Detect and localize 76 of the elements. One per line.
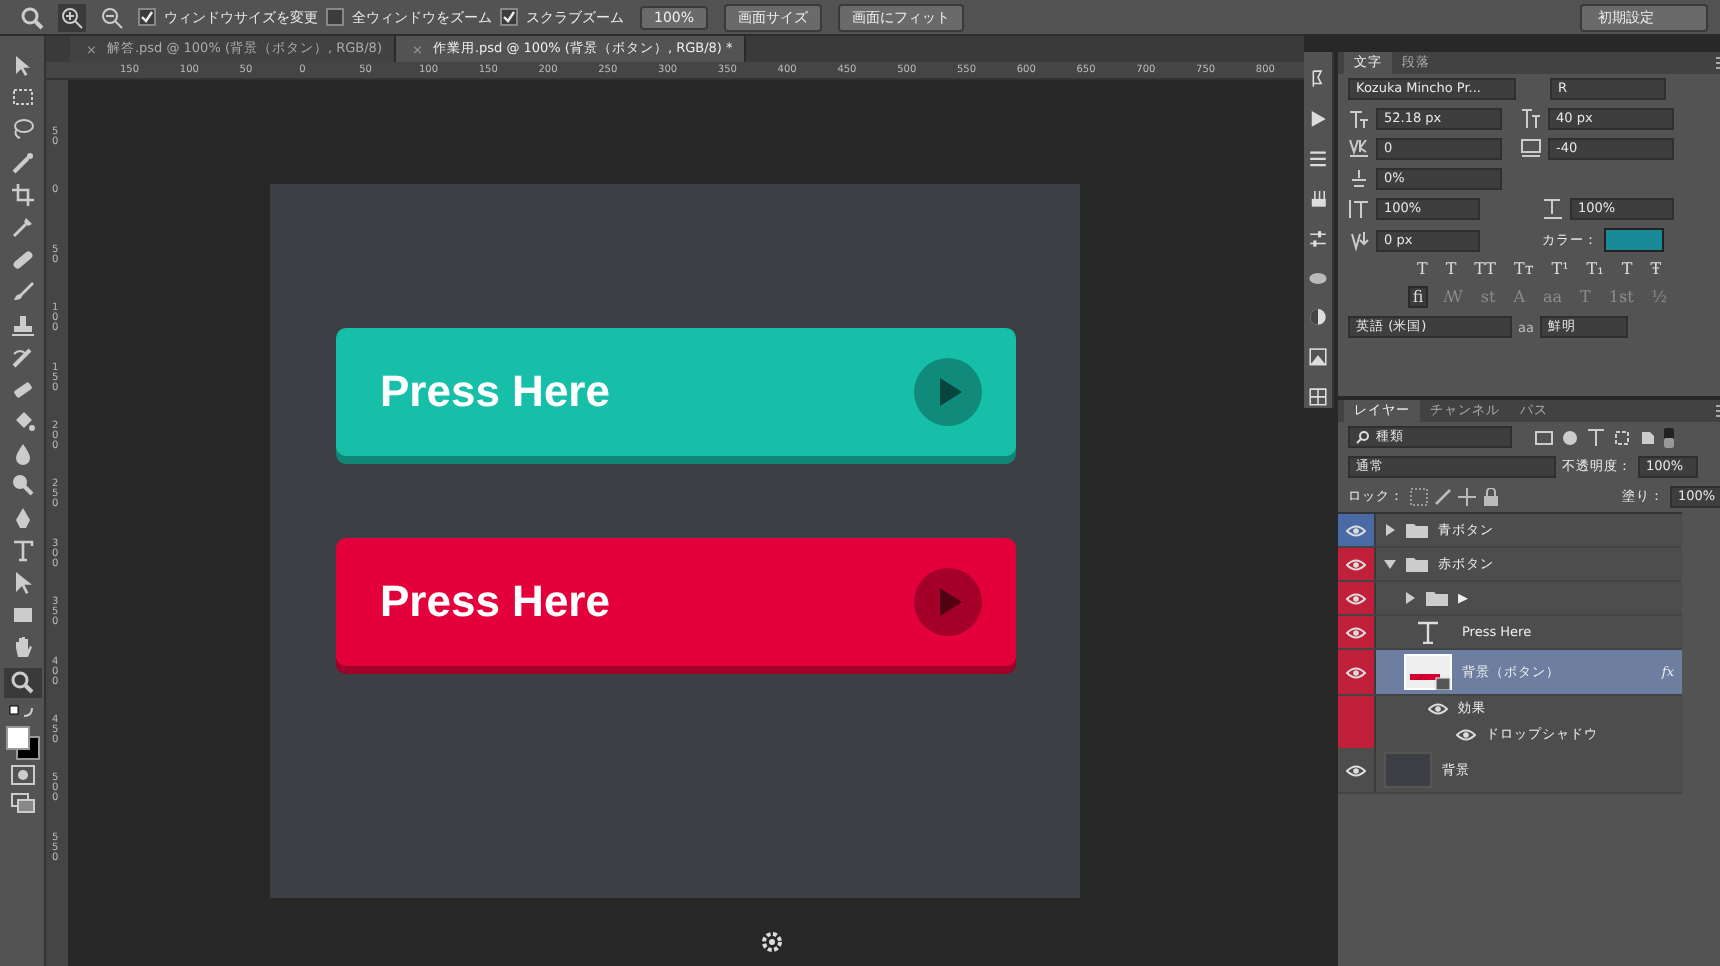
eyedropper-icon[interactable]	[9, 213, 35, 240]
type-style-button[interactable]: T	[1443, 260, 1459, 278]
eye-icon[interactable]	[1346, 523, 1366, 537]
lock-all-icon[interactable]	[1482, 488, 1500, 506]
zoom-out-icon[interactable]	[100, 5, 124, 29]
sliders-icon[interactable]	[1304, 227, 1332, 249]
play-icon[interactable]	[912, 356, 984, 428]
quick-selection-icon[interactable]	[9, 149, 35, 176]
button-label: Press Here	[380, 576, 610, 628]
brush-icon[interactable]	[9, 278, 35, 305]
leading-icon[interactable]	[1520, 108, 1542, 130]
lasso-tool-icon[interactable]	[9, 116, 35, 143]
type-style-button[interactable]: TT	[1472, 260, 1498, 278]
search-icon	[1356, 430, 1370, 444]
smart-object-filter-icon[interactable]	[1638, 427, 1658, 447]
swap-colors-icon[interactable]	[8, 703, 36, 720]
play-icon[interactable]	[912, 566, 984, 638]
type-style-button[interactable]: Tт	[1511, 260, 1536, 278]
type-tool-icon[interactable]	[9, 537, 35, 564]
screen-mode-icon[interactable]	[9, 792, 35, 815]
checkbox[interactable]	[326, 8, 344, 26]
type-filter-icon[interactable]	[1586, 427, 1606, 447]
lock-brush-icon[interactable]	[1434, 488, 1452, 506]
checkbox[interactable]	[138, 8, 156, 26]
eye-icon[interactable]	[1456, 728, 1476, 742]
horizontal-scale-icon[interactable]	[1542, 198, 1564, 220]
filter-toggle-icon[interactable]	[1664, 427, 1674, 447]
button-label: Press Here	[380, 366, 610, 418]
collapsed-triangle-icon[interactable]	[1404, 592, 1416, 604]
zoom-in-icon[interactable]	[58, 3, 86, 31]
folder-icon[interactable]	[1426, 590, 1448, 606]
lock-pixels-icon[interactable]	[1410, 488, 1428, 506]
vertical-scale-icon[interactable]	[1348, 198, 1370, 220]
image-filter-icon[interactable]	[1534, 427, 1554, 447]
kerning-icon[interactable]	[1348, 138, 1370, 160]
type-style-button[interactable]: T₁	[1584, 260, 1606, 278]
properties-icon[interactable]	[1304, 147, 1332, 170]
eye-icon[interactable]	[1428, 702, 1448, 716]
eye-icon[interactable]	[1346, 665, 1366, 679]
type-style-button[interactable]: T	[1619, 260, 1635, 278]
styles-icon[interactable]	[1304, 346, 1332, 369]
opentype-button[interactable]: ﬁ	[1408, 286, 1428, 308]
font-size-icon[interactable]	[1348, 108, 1370, 130]
dodge-icon[interactable]	[9, 472, 35, 499]
swatches-icon[interactable]	[1304, 386, 1332, 409]
zoom-tool-icon[interactable]	[3, 667, 41, 698]
zoom-icon[interactable]	[20, 5, 44, 29]
color-swatches[interactable]	[6, 725, 38, 758]
expanded-triangle-icon[interactable]	[1384, 558, 1396, 570]
marquee-tool-icon[interactable]	[9, 84, 35, 111]
folder-icon[interactable]	[1406, 556, 1428, 572]
circle-filter-icon[interactable]	[1560, 427, 1580, 447]
type-style-button[interactable]: T	[1414, 260, 1430, 278]
tsume-icon[interactable]	[1348, 168, 1370, 190]
type-style-button[interactable]: T¹	[1549, 260, 1571, 278]
collapsed-triangle-icon[interactable]	[1384, 524, 1396, 536]
type-style-button[interactable]: Ŧ	[1648, 260, 1664, 278]
text-color-swatch[interactable]	[1604, 228, 1664, 252]
eye-icon[interactable]	[1346, 625, 1366, 639]
eye-icon[interactable]	[1346, 591, 1366, 605]
history-brush-icon[interactable]	[9, 343, 35, 370]
checkbox[interactable]	[500, 8, 518, 26]
lock-position-icon[interactable]	[1458, 488, 1476, 506]
layer-thumbnail[interactable]	[1404, 654, 1452, 690]
crop-tool-icon[interactable]	[9, 181, 35, 208]
layer-thumbnail	[1384, 752, 1432, 788]
eye-icon[interactable]	[1346, 763, 1366, 777]
eye-icon[interactable]	[1346, 557, 1366, 571]
quick-mask-icon[interactable]	[9, 764, 35, 787]
baseline-shift-icon[interactable]	[1348, 229, 1370, 251]
adjustment-icon[interactable]	[1304, 306, 1332, 329]
tracking-icon[interactable]	[1520, 138, 1542, 160]
layer-color-label	[1338, 722, 1376, 748]
stamp-icon[interactable]	[9, 311, 35, 337]
shape-filter-icon[interactable]	[1612, 427, 1632, 447]
folder-icon[interactable]	[1406, 522, 1428, 538]
